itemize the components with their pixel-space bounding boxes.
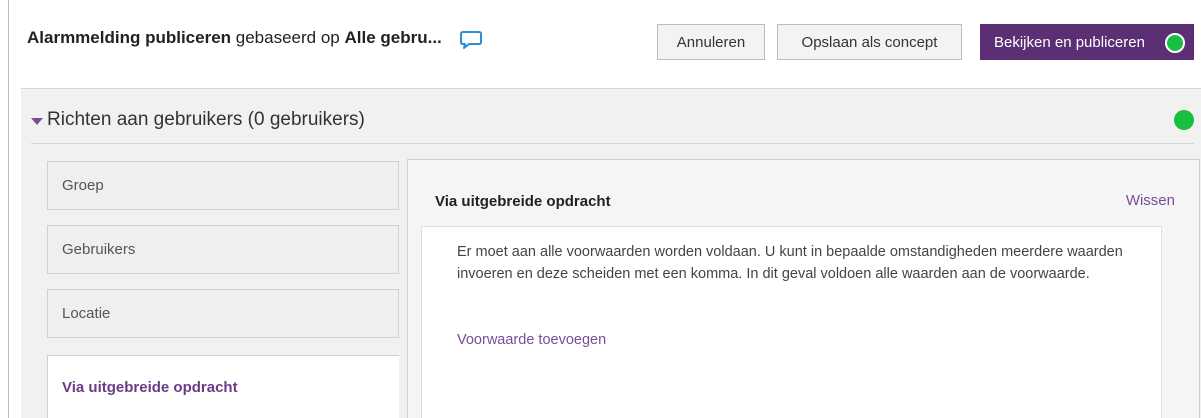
chat-bubble-icon[interactable] [460,30,482,50]
caret-down-icon [31,117,43,125]
title-action: Alarmmelding publiceren [27,28,232,47]
page-title: Alarmmelding publiceren gebaseerd op All… [27,28,442,48]
section-divider [31,143,1194,144]
review-publish-button[interactable]: Bekijken en publiceren [980,24,1194,60]
tab-advanced-query[interactable]: Via uitgebreide opdracht [47,355,399,418]
save-draft-button[interactable]: Opslaan als concept [777,24,962,60]
clear-link[interactable]: Wissen [1126,192,1175,209]
section-status-icon [1174,110,1194,130]
cancel-button[interactable]: Annuleren [657,24,765,60]
tab-location[interactable]: Locatie [47,289,399,338]
app-frame: Alarmmelding publiceren gebaseerd op All… [8,0,1201,418]
targeting-section: Richten aan gebruikers (0 gebruikers) Gr… [21,88,1201,418]
title-connector: gebaseerd op [231,28,345,47]
tab-users[interactable]: Gebruikers [47,225,399,274]
panel-body: Er moet aan alle voorwaarden worden vold… [421,226,1162,418]
add-condition-link[interactable]: Voorwaarde toevoegen [457,332,606,348]
panel-title: Via uitgebreide opdracht [435,193,611,210]
tab-group[interactable]: Groep [47,161,399,210]
section-toggle[interactable]: Richten aan gebruikers (0 gebruikers) [31,109,365,131]
section-title: Richten aan gebruikers (0 gebruikers) [47,109,365,130]
conditions-description: Er moet aan alle voorwaarden worden vold… [457,244,1123,282]
publish-status-icon [1165,33,1185,53]
header-bar: Alarmmelding publiceren gebaseerd op All… [9,0,1201,82]
title-source: Alle gebru... [344,28,442,47]
review-publish-label: Bekijken en publiceren [994,33,1145,51]
advanced-query-panel: Via uitgebreide opdracht Wissen Er moet … [407,159,1200,418]
